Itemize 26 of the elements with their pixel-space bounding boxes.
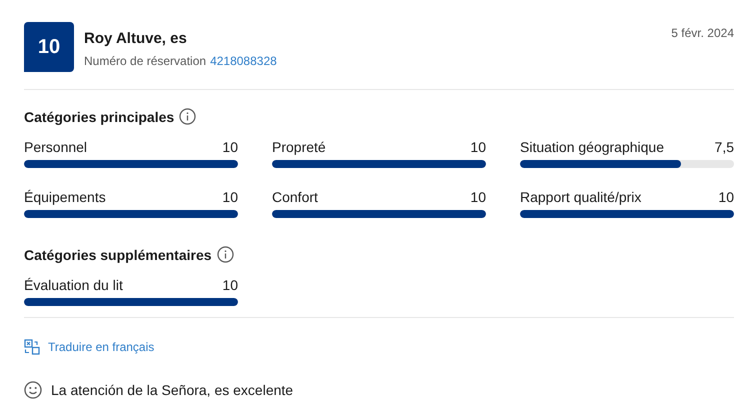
category-score: 10 <box>470 189 486 205</box>
category-score: 10 <box>222 277 238 293</box>
category-score: 10 <box>470 139 486 155</box>
category-label: Rapport qualité/prix <box>520 189 642 205</box>
reviewer-name: Roy Altuve, es <box>84 30 188 47</box>
info-icon[interactable] <box>216 246 234 263</box>
category-label: Situation géographique <box>520 139 664 155</box>
section-title: Catégories supplémentaires <box>24 246 212 262</box>
category-score: 7,5 <box>714 139 734 155</box>
translate-link[interactable]: Traduire en français <box>24 339 154 355</box>
section-title: Catégories principales <box>24 108 174 124</box>
category-label: Confort <box>272 189 318 205</box>
review-date: 5 févr. 2024 <box>671 25 734 40</box>
category-score: 10 <box>718 189 734 205</box>
category-label: Propreté <box>272 139 326 155</box>
reservation-number[interactable]: 4218088328 <box>210 54 277 68</box>
category-label: Évaluation du lit <box>24 277 123 293</box>
translate-icon <box>24 339 40 355</box>
category-label: Équipements <box>24 189 106 205</box>
reservation-label: Numéro de réservation <box>84 54 206 68</box>
category-score: 10 <box>222 139 238 155</box>
review-comment: La atención de la Señora, es excelente <box>51 382 294 398</box>
category-label: Personnel <box>24 139 88 155</box>
info-icon[interactable] <box>179 108 196 125</box>
category-score: 10 <box>222 189 238 205</box>
score-badge: 10 <box>24 22 74 72</box>
